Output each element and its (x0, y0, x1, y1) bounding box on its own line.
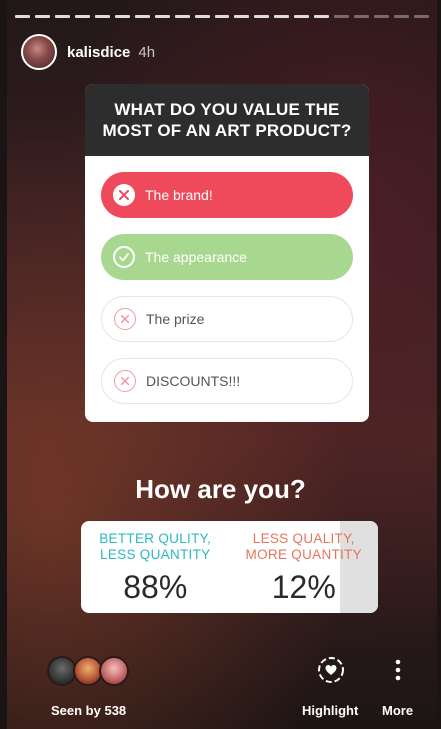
quiz-sticker: WHAT DO YOU VALUE THE MOST OF AN ART PRO… (85, 84, 369, 422)
story-header: kalisdice 4h (21, 34, 155, 70)
poll-option-percent: 12% (271, 569, 336, 605)
poll-option-label: BETTER QULITY, LESS QUANTITY (99, 531, 212, 562)
quiz-option-1[interactable]: The brand! (101, 172, 353, 218)
quiz-option-3[interactable]: The prize (101, 296, 353, 342)
poll-option-label: LESS QUALITY, MORE QUANTITY (245, 531, 362, 562)
poll-option-left[interactable]: BETTER QULITY, LESS QUANTITY 88% (81, 521, 230, 613)
post-time: 4h (138, 43, 156, 61)
avatar[interactable] (21, 34, 57, 70)
username[interactable]: kalisdice (67, 44, 130, 61)
x-icon (113, 184, 135, 206)
poll-option-percent: 88% (123, 569, 188, 605)
quiz-option-label: The prize (146, 311, 205, 327)
check-icon (113, 246, 135, 268)
poll-option-right[interactable]: LESS QUALITY, MORE QUANTITY 12% (230, 521, 379, 613)
story-footer: Seen by 538 Highlight More (7, 650, 437, 725)
x-icon (114, 308, 136, 330)
highlight-button[interactable]: Highlight (302, 703, 358, 718)
quiz-option-4[interactable]: DISCOUNTS!!! (101, 358, 353, 404)
avatar (99, 656, 129, 686)
x-icon (114, 370, 136, 392)
story-viewer[interactable]: kalisdice 4h WHAT DO YOU VALUE THE MOST … (7, 0, 437, 729)
poll-sticker: BETTER QULITY, LESS QUANTITY 88% LESS QUA… (81, 521, 378, 613)
viewer-avatars[interactable] (47, 656, 133, 688)
more-vertical-icon[interactable] (395, 658, 401, 682)
quiz-option-2[interactable]: The appearance (101, 234, 353, 280)
more-button[interactable]: More (382, 703, 413, 718)
quiz-question: WHAT DO YOU VALUE THE MOST OF AN ART PRO… (85, 84, 369, 156)
quiz-option-label: DISCOUNTS!!! (146, 373, 241, 389)
story-progress-bar (15, 15, 430, 18)
seen-by-count[interactable]: Seen by 538 (51, 703, 126, 718)
heart-icon[interactable] (315, 654, 347, 686)
quiz-option-label: The brand! (145, 187, 213, 203)
quiz-option-label: The appearance (145, 249, 247, 265)
poll-question: How are you? (135, 474, 306, 504)
